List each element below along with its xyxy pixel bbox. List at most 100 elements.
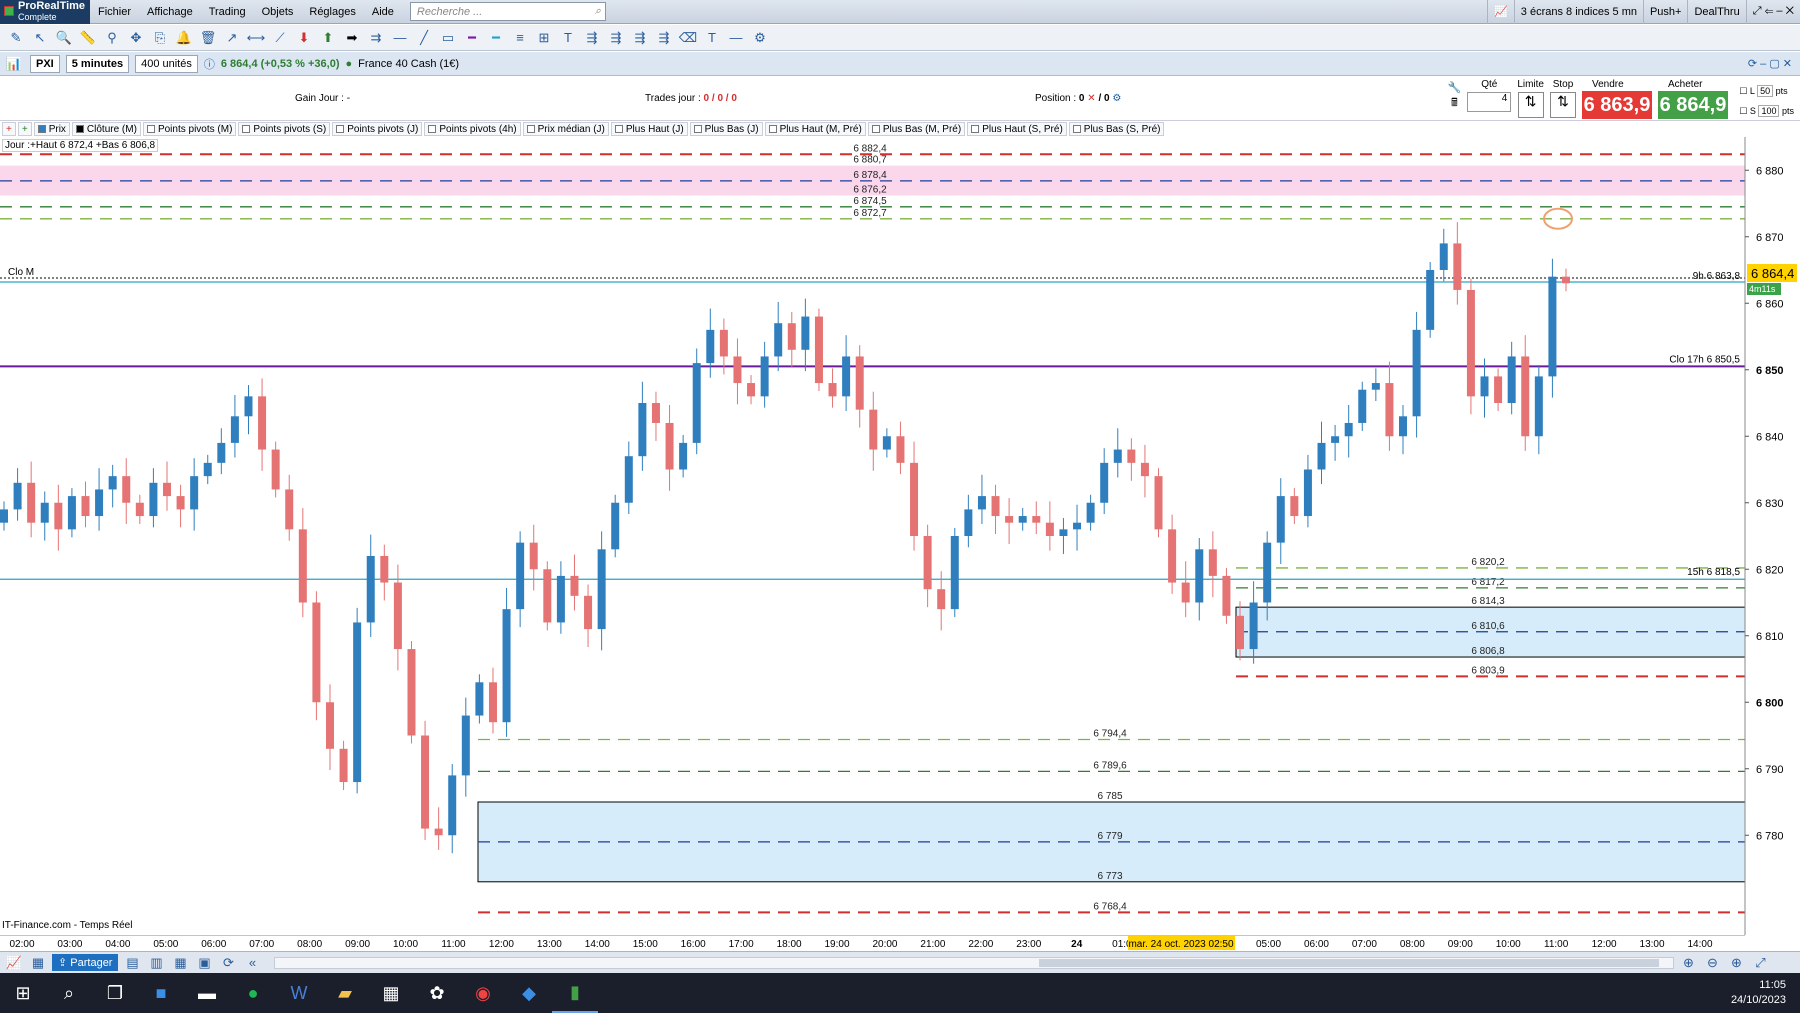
add-indicator-button[interactable]: + [2, 122, 16, 136]
trendline-icon[interactable]: ⟋ [270, 28, 290, 48]
window-controls[interactable]: ⤢ ⇐ – ✕ [1745, 0, 1800, 24]
menu-objets[interactable]: Objets [254, 6, 302, 18]
channel5-icon[interactable]: ⇶ [654, 28, 674, 48]
legend-checkbox[interactable] [971, 125, 980, 133]
units-select[interactable]: 400 unités [135, 54, 198, 73]
legend-plus-haut-s[interactable]: Plus Haut (S, Pré) [967, 122, 1067, 136]
stop-order-icon[interactable]: ⇅ [1550, 92, 1576, 118]
chart-type-icon[interactable]: 📊 [4, 54, 24, 74]
horizontal-line-icon[interactable]: — [390, 28, 410, 48]
arrow-down-icon[interactable]: ⬇ [294, 28, 314, 48]
menu-affichage[interactable]: Affichage [139, 6, 201, 18]
symbol-select[interactable]: PXI [30, 54, 60, 73]
legend-pivots-j[interactable]: Points pivots (J) [332, 122, 423, 136]
legend-checkbox[interactable] [768, 125, 777, 133]
close-position-icon[interactable]: ✕ [1087, 93, 1095, 104]
indicator-icon[interactable]: 📈 [4, 953, 24, 973]
text-icon[interactable]: T [558, 28, 578, 48]
zoom-icon[interactable]: 🔍 [54, 28, 74, 48]
legend-plus-haut-m[interactable]: Plus Haut (M, Pré) [764, 122, 866, 136]
arrow-up-icon[interactable]: ⬆ [318, 28, 338, 48]
legend-checkbox[interactable] [871, 125, 880, 133]
info-icon[interactable]: ⓘ [204, 56, 215, 72]
dealthru-button[interactable]: DealThru [1687, 0, 1745, 24]
horizontal-scrollbar[interactable] [274, 956, 1675, 969]
legend-prix-median[interactable]: Prix médian (J) [522, 122, 609, 136]
buy-button[interactable]: 6 864,9 [1658, 91, 1728, 119]
legend-checkbox[interactable] [614, 125, 623, 133]
legend-plus-bas-s[interactable]: Plus Bas (S, Pré) [1068, 122, 1165, 136]
menu-trading[interactable]: Trading [201, 6, 254, 18]
rewind-icon[interactable]: « [242, 953, 262, 973]
search-taskbar-icon[interactable]: ⌕ [46, 973, 92, 1013]
rectangle-icon[interactable]: ▭ [438, 28, 458, 48]
alert-icon[interactable]: 🔔 [174, 28, 194, 48]
l-checkbox[interactable]: ☐ [1739, 86, 1747, 96]
timeframe-select[interactable]: 5 minutes [65, 54, 130, 73]
legend-checkbox[interactable] [526, 125, 535, 133]
task-view-icon[interactable]: ❐ [92, 973, 138, 1013]
menu-reglages[interactable]: Réglages [301, 6, 363, 18]
refresh-icon[interactable]: ⟳ [218, 953, 238, 973]
s-value-input[interactable]: 100 [1758, 105, 1780, 117]
expand-icon[interactable]: ⤢ [1750, 953, 1770, 973]
copy-icon[interactable]: ⎘ [150, 28, 170, 48]
push-button[interactable]: Push+ [1642, 0, 1688, 24]
legend-checkbox[interactable] [693, 125, 702, 133]
legend-checkbox[interactable] [336, 125, 345, 133]
settings-icon[interactable]: ⚙ [750, 28, 770, 48]
chart-icon[interactable]: 📈 [1487, 0, 1514, 24]
time-axis[interactable]: 02:00 03:00 04:00 05:00 06:00 07:00 08:00 09:00… [0, 935, 1745, 951]
scrollbar-thumb[interactable] [1039, 958, 1660, 967]
window-icon[interactable]: ▣ [194, 953, 214, 973]
screener-icon[interactable]: ▤ [122, 953, 142, 973]
channel3-icon[interactable]: ⇶ [606, 28, 626, 48]
word-icon[interactable]: W [276, 973, 322, 1013]
channel4-icon[interactable]: ⇶ [630, 28, 650, 48]
calculator-taskbar-icon[interactable]: ▦ [368, 973, 414, 1013]
color-line-icon[interactable]: ━ [462, 28, 482, 48]
arrow-right-icon[interactable]: ➡ [342, 28, 362, 48]
spotify-icon[interactable]: ● [230, 973, 276, 1013]
calculator-icon[interactable]: 🖩 [1451, 94, 1458, 113]
qty-input[interactable]: 4 [1467, 92, 1512, 112]
add-indicator-button-2[interactable]: + [17, 122, 32, 136]
layout-icon[interactable]: ▦ [28, 953, 48, 973]
eraser-icon[interactable]: ⌫ [678, 28, 698, 48]
pencil-icon[interactable]: ✎ [6, 28, 26, 48]
search-input[interactable]: Recherche ... ⌕ [409, 2, 606, 21]
cyan-line-icon[interactable]: ━ [486, 28, 506, 48]
file-explorer-icon[interactable]: ▬ [184, 973, 230, 1013]
position-settings-icon[interactable]: ⚙ [1112, 93, 1121, 104]
line-icon[interactable]: ╱ [414, 28, 434, 48]
grid-icon[interactable]: ▦ [170, 953, 190, 973]
legend-pivots-s[interactable]: Points pivots (S) [238, 122, 331, 136]
sell-button[interactable]: 6 863,9 [1582, 91, 1652, 119]
magnet-icon[interactable]: ⚲ [102, 28, 122, 48]
search-icon[interactable]: ⌕ [595, 5, 601, 18]
app-icon-3[interactable]: ◆ [506, 973, 552, 1013]
price-chart[interactable]: 6 882,46 880,7 6 878,4 6 876,26 874,56 872… [0, 137, 1800, 935]
segment-icon[interactable]: ⟷ [246, 28, 266, 48]
channel-icon[interactable]: ⇉ [366, 28, 386, 48]
text2-icon[interactable]: T [702, 28, 722, 48]
folder-icon[interactable]: ▰ [322, 973, 368, 1013]
l-value-input[interactable]: 50 [1757, 85, 1774, 97]
trash-icon[interactable]: 🗑 [198, 28, 218, 48]
fibonacci-icon[interactable]: ≡ [510, 28, 530, 48]
legend-pivots-4h[interactable]: Points pivots (4h) [424, 122, 521, 136]
zoom-in-icon[interactable]: ⊕ [1726, 953, 1746, 973]
menu-fichier[interactable]: Fichier [90, 6, 139, 18]
legend-plus-bas-j[interactable]: Plus Bas (J) [689, 122, 763, 136]
limit-order-icon[interactable]: ⇅ [1517, 92, 1544, 118]
legend-plus-bas-m[interactable]: Plus Bas (M, Pré) [867, 122, 966, 136]
menu-aide[interactable]: Aide [364, 6, 402, 18]
legend-plus-haut-j[interactable]: Plus Haut (J) [610, 122, 688, 136]
move-icon[interactable]: ✥ [126, 28, 146, 48]
dash-icon[interactable]: — [726, 28, 746, 48]
app-icon-2[interactable]: ✿ [414, 973, 460, 1013]
legend-checkbox[interactable] [146, 125, 155, 133]
wrench-icon[interactable]: 🔧 [1448, 81, 1462, 94]
legend-pivots-m[interactable]: Points pivots (M) [142, 122, 237, 136]
window-controls-chart[interactable]: ⟳ – ▢ ✕ [1748, 57, 1800, 70]
